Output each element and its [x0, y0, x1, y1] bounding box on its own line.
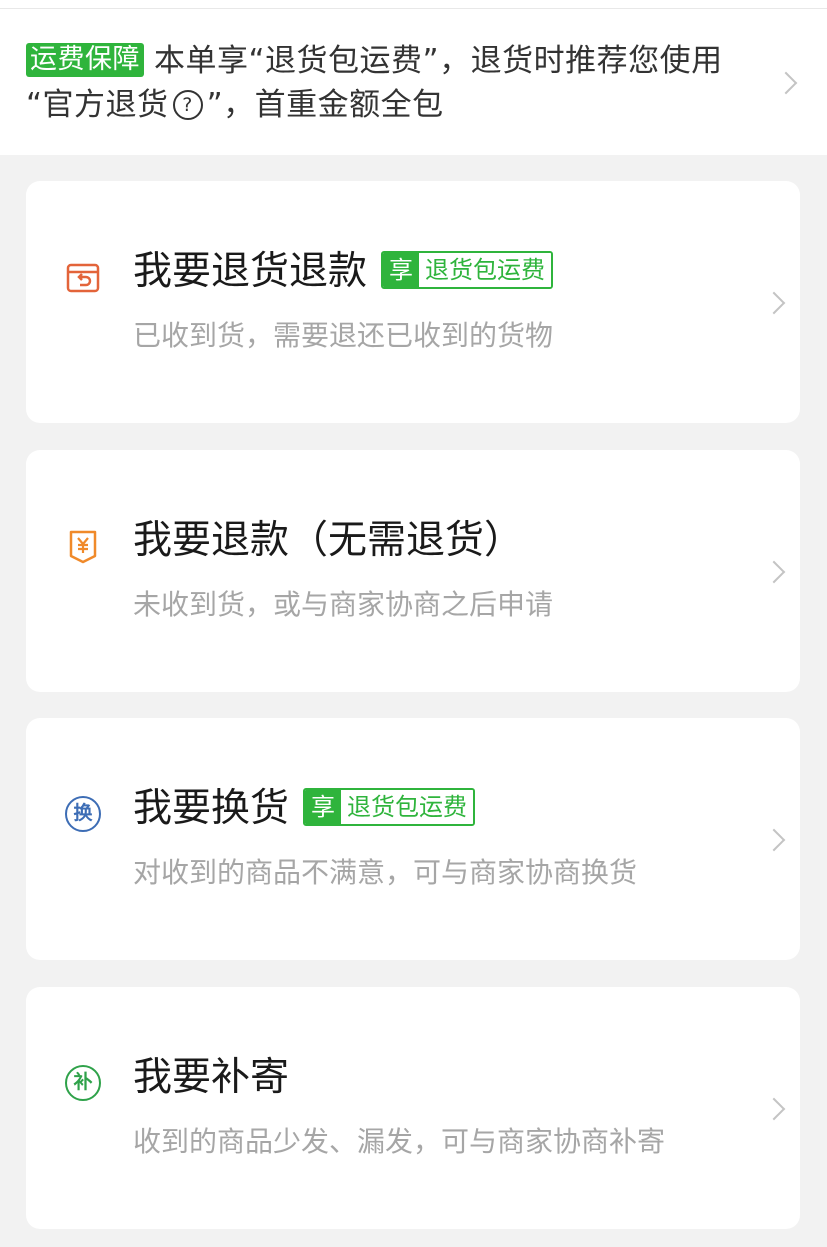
chevron-right-icon: [762, 291, 786, 315]
option-description: 对收到的商品不满意，可与商家协商换货: [133, 856, 638, 889]
free-return-shipping-tag: 享退货包运费: [381, 251, 554, 289]
chevron-right-icon: [774, 71, 798, 95]
guarantee-badge: 运费保障: [26, 43, 144, 77]
option-description: 已收到货，需要退还已收到的货物: [133, 319, 554, 352]
reship-icon: 补: [65, 1065, 101, 1101]
banner-line2-pre: “官方退货: [26, 87, 169, 123]
top-divider: [0, 0, 827, 9]
return-refund-option[interactable]: 我要退货退款享退货包运费 已收到货，需要退还已收到的货物: [26, 181, 800, 423]
banner-text: 运费保障 本单享“退货包运费”，退货时推荐您使用 “官方退货? ”，首重金额全包: [26, 39, 766, 127]
shipping-guarantee-banner[interactable]: 运费保障 本单享“退货包运费”，退货时推荐您使用 “官方退货? ”，首重金额全包: [0, 9, 827, 155]
tag-enjoy: 享: [305, 790, 342, 824]
reship-icon-glyph: 补: [73, 1071, 93, 1093]
exchange-option[interactable]: 换 我要换货享退货包运费 对收到的商品不满意，可与商家协商换货: [26, 718, 800, 960]
tag-label: 退货包运费: [341, 790, 474, 824]
option-title: 我要换货享退货包运费: [133, 784, 476, 834]
refund-yuan-icon: [69, 530, 97, 564]
exchange-icon: 换: [65, 796, 101, 832]
banner-line1: 本单享“退货包运费”，退货时推荐您使用: [154, 43, 723, 79]
refund-only-option[interactable]: 我要退款（无需退货） 未收到货，或与商家协商之后申请: [26, 450, 800, 692]
option-title: 我要退货退款享退货包运费: [133, 247, 554, 297]
help-icon[interactable]: ?: [172, 90, 203, 120]
option-description: 未收到货，或与商家协商之后申请: [133, 588, 554, 621]
free-return-shipping-tag: 享退货包运费: [303, 788, 476, 826]
option-title: 我要退款（无需退货）: [133, 518, 524, 563]
exchange-icon-glyph: 换: [73, 802, 93, 824]
option-title-text: 我要退货退款: [133, 249, 368, 294]
return-box-icon: [66, 263, 100, 293]
chevron-right-icon: [762, 560, 786, 584]
reship-option[interactable]: 补 我要补寄 收到的商品少发、漏发，可与商家协商补寄: [26, 987, 800, 1229]
tag-enjoy: 享: [383, 253, 420, 287]
option-description: 收到的商品少发、漏发，可与商家协商补寄: [133, 1125, 666, 1158]
banner-line2-post: ”，首重金额全包: [206, 87, 444, 123]
chevron-right-icon: [762, 1097, 786, 1121]
option-title: 我要补寄: [133, 1055, 290, 1100]
option-title-text: 我要换货: [133, 786, 290, 831]
chevron-right-icon: [762, 828, 786, 852]
tag-label: 退货包运费: [419, 253, 552, 287]
